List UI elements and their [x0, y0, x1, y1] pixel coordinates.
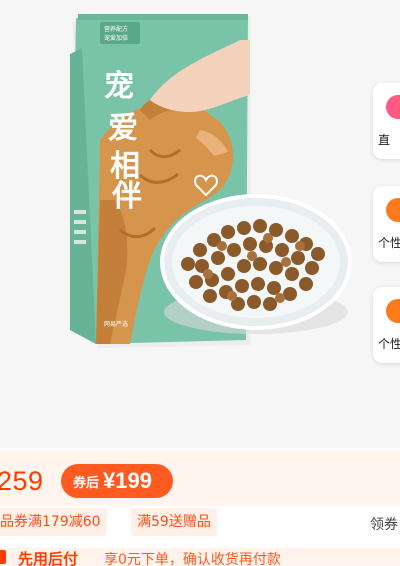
original-price: 259 [0, 466, 44, 496]
bag-badge-line1: 营养配方 [104, 25, 128, 33]
side-card-2[interactable]: 个性 [373, 186, 400, 262]
pay-later-notice[interactable]: 先用后付 享0元下单，确认收货再付款 [0, 548, 400, 566]
pay-later-title: 先用后付 [18, 550, 79, 566]
side-card-2-label: 个性 [378, 236, 400, 250]
bag-title-char-2: 爱 [108, 111, 138, 146]
bag-text-overlay: 营养配方 宠爱加倍 宠 爱 相 伴 网易严选 [100, 22, 142, 328]
product-image-area[interactable]: 营养配方 宠爱加倍 宠 爱 相 伴 网易严选 直 个性 个性 [0, 0, 400, 448]
side-card-1-label: 直 [378, 133, 391, 147]
promo-tag-gift[interactable]: 满59送赠品 [131, 508, 217, 536]
bag-brand-label: 网易严选 [104, 320, 128, 328]
bag-badge-line2: 宠爱加倍 [104, 34, 128, 42]
side-card-3-label: 个性 [378, 337, 400, 351]
pay-later-desc: 享0元下单，确认收货再付款 [104, 552, 281, 566]
bag-title-char-1: 宠 [104, 69, 134, 104]
side-card-3-icon [386, 299, 400, 323]
side-card-2-icon [386, 198, 400, 222]
promo-tag-coupon[interactable]: 品券满179减60 [0, 508, 107, 536]
side-card-1-icon [386, 95, 400, 119]
coupon-price-value: ¥199 [103, 468, 152, 493]
bag-title-char-4: 伴 [111, 179, 142, 214]
pay-later-icon [0, 550, 6, 564]
side-card-1[interactable]: 直 [373, 83, 400, 159]
price-row [0, 450, 400, 506]
coupon-price-label: 券后 [73, 475, 100, 491]
coupon-price-pill[interactable]: 券后 ¥199 [61, 464, 173, 498]
side-card-3[interactable]: 个性 [373, 287, 400, 363]
get-coupon-link[interactable]: 领券 [370, 514, 398, 534]
